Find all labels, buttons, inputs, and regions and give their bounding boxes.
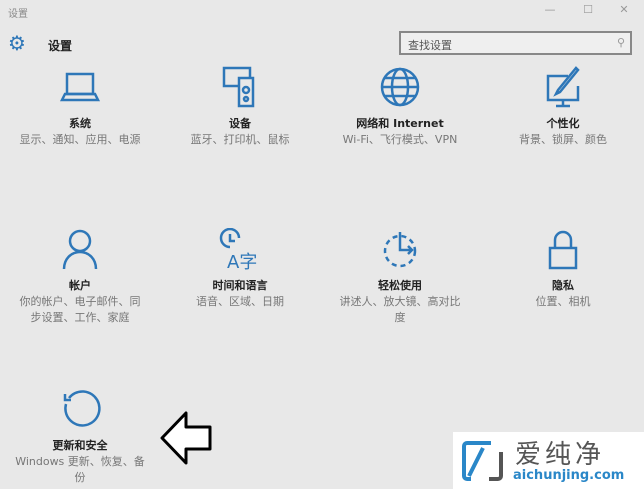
tile-title: 时间和语言 bbox=[212, 279, 268, 292]
gear-icon: ⚙ bbox=[8, 31, 26, 55]
tile-title: 个性化 bbox=[546, 117, 580, 130]
time-language-icon: A字 bbox=[219, 228, 257, 270]
personalize-icon bbox=[546, 66, 580, 108]
laptop-icon bbox=[59, 72, 101, 102]
tile-desc: 你的帐户、电子邮件、同步设置、工作、家庭 bbox=[19, 295, 141, 324]
tile-title: 系统 bbox=[69, 117, 91, 130]
tile-desc: 语音、区域、日期 bbox=[196, 295, 284, 308]
maximize-button[interactable]: ☐ bbox=[578, 3, 598, 16]
tile-system[interactable]: 系统 显示、通知、应用、电源 bbox=[5, 66, 155, 148]
tile-accounts[interactable]: 帐户 你的帐户、电子邮件、同步设置、工作、家庭 bbox=[5, 228, 155, 326]
minimize-button[interactable]: — bbox=[540, 3, 560, 16]
watermark-logo-icon bbox=[462, 441, 503, 481]
watermark: 爱纯净 aichunjing.com bbox=[453, 432, 644, 489]
tile-devices[interactable]: 设备 蓝牙、打印机、鼠标 bbox=[165, 66, 315, 148]
tile-network[interactable]: 网络和 Internet Wi-Fi、飞行模式、VPN bbox=[325, 66, 475, 148]
tile-desc: 讲述人、放大镜、高对比度 bbox=[339, 295, 461, 324]
tile-desc: Wi-Fi、飞行模式、VPN bbox=[342, 133, 458, 146]
window-title: 设置 bbox=[8, 9, 28, 20]
search-placeholder: 查找设置 bbox=[408, 39, 452, 52]
title-bar: 设置 — ☐ ✕ bbox=[0, 0, 644, 24]
devices-icon bbox=[222, 66, 255, 108]
search-input[interactable]: 查找设置 ⚲ bbox=[399, 31, 632, 55]
tile-title: 帐户 bbox=[69, 279, 91, 292]
svg-text:A字: A字 bbox=[227, 252, 257, 270]
search-icon: ⚲ bbox=[616, 36, 625, 49]
tile-title: 隐私 bbox=[552, 279, 574, 292]
tile-desc: 蓝牙、打印机、鼠标 bbox=[190, 133, 290, 146]
arrow-left-icon bbox=[160, 411, 212, 465]
lock-icon bbox=[548, 230, 578, 270]
tile-desc: 背景、锁屏、颜色 bbox=[519, 133, 607, 146]
tile-title: 网络和 Internet bbox=[356, 117, 444, 130]
tile-desc: 显示、通知、应用、电源 bbox=[19, 133, 141, 146]
tile-personalization[interactable]: 个性化 背景、锁屏、颜色 bbox=[488, 66, 638, 148]
globe-icon bbox=[380, 67, 420, 107]
ease-of-access-icon bbox=[383, 232, 417, 268]
tile-update-security[interactable]: 更新和安全 Windows 更新、恢复、备份 bbox=[5, 388, 155, 486]
tile-title: 轻松使用 bbox=[378, 279, 422, 292]
page-title: 设置 bbox=[48, 39, 73, 53]
tile-title: 更新和安全 bbox=[52, 439, 108, 452]
close-button[interactable]: ✕ bbox=[614, 3, 634, 16]
tile-time-language[interactable]: A字 时间和语言 语音、区域、日期 bbox=[165, 228, 315, 310]
tile-title: 设备 bbox=[229, 117, 251, 130]
tile-privacy[interactable]: 隐私 位置、相机 bbox=[488, 228, 638, 310]
tile-ease-of-access[interactable]: 轻松使用 讲述人、放大镜、高对比度 bbox=[325, 228, 475, 326]
tile-desc: Windows 更新、恢复、备份 bbox=[15, 455, 145, 484]
watermark-cn: 爱纯净 bbox=[515, 440, 606, 470]
person-icon bbox=[62, 229, 98, 270]
update-icon bbox=[63, 390, 101, 427]
tile-desc: 位置、相机 bbox=[535, 295, 591, 308]
watermark-en: aichunjing.com bbox=[513, 468, 625, 483]
